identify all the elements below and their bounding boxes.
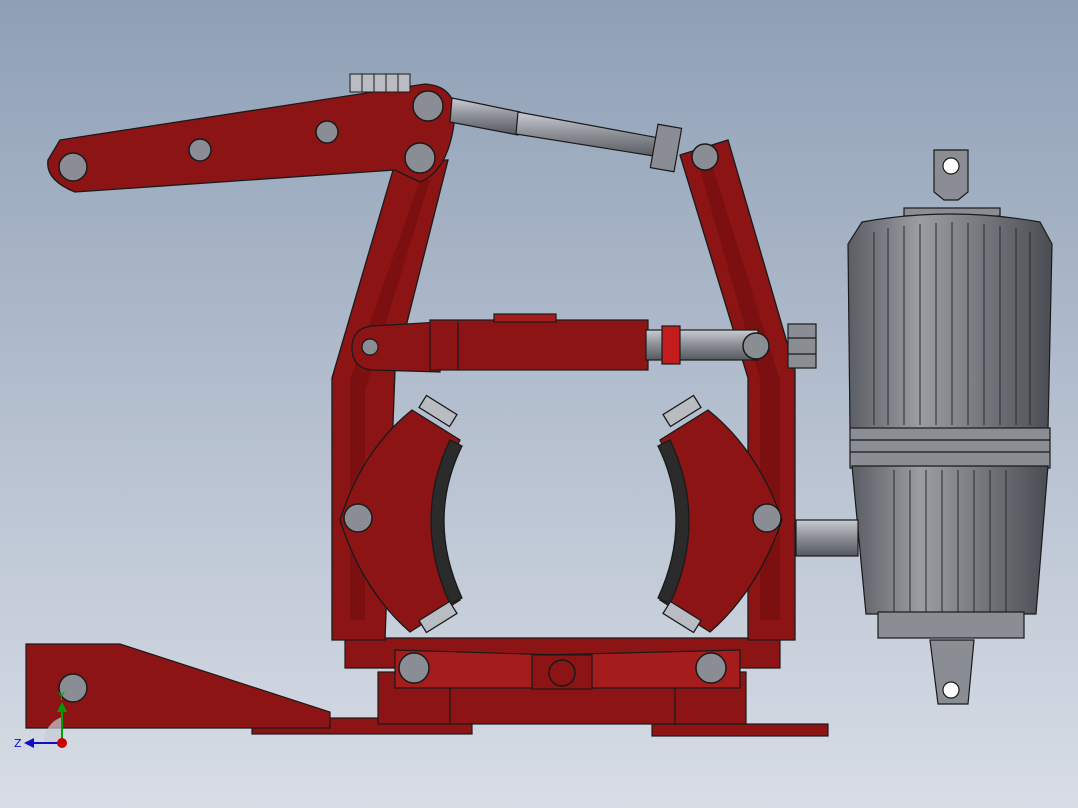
triad-y-label: Y	[57, 690, 65, 703]
thruster-motor-upper[interactable]	[847, 213, 1053, 431]
lower-pin-right[interactable]	[695, 652, 727, 684]
cad-viewport[interactable]: Y Z	[0, 0, 1078, 808]
lever-hole-1	[188, 138, 212, 162]
lever-hole-2	[315, 120, 339, 144]
lower-pin-center[interactable]	[548, 659, 576, 687]
left-shoe-pivot-pin[interactable]	[343, 503, 373, 533]
thruster-cylinder-lower[interactable]	[851, 465, 1049, 615]
spring-pack	[349, 73, 411, 93]
adjuster-nut[interactable]	[787, 323, 817, 369]
right-shoe-pivot-pin[interactable]	[752, 503, 782, 533]
right-arm-mid-pin[interactable]	[742, 332, 770, 360]
thruster-push-rod[interactable]	[795, 519, 859, 557]
thruster-flange	[849, 427, 1051, 469]
triad-x-axis	[57, 738, 67, 748]
right-arm-top-pin[interactable]	[691, 143, 719, 171]
left-arm-top-pin[interactable]	[404, 142, 436, 174]
adjuster-sleeve[interactable]	[429, 319, 649, 371]
cad-scene: Y Z	[0, 0, 1078, 808]
triad-z-label: Z	[14, 737, 22, 750]
base-plate-right[interactable]	[651, 723, 829, 737]
lower-pin-left[interactable]	[398, 652, 430, 684]
lever-pivot-pin[interactable]	[412, 90, 444, 122]
lever-end-pin[interactable]	[58, 152, 88, 182]
